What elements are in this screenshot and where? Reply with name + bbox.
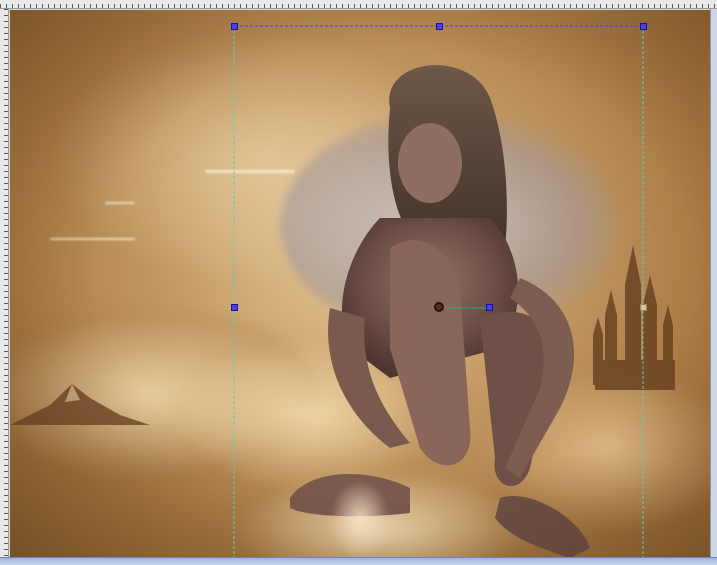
selection-handle[interactable]	[231, 23, 238, 30]
selection-handle[interactable]	[640, 23, 647, 30]
selection-handle[interactable]	[436, 23, 443, 30]
selection-handle[interactable]	[640, 304, 647, 311]
bottom-scrollbar[interactable]	[0, 557, 717, 565]
selection-handle[interactable]	[231, 304, 238, 311]
rotation-handle[interactable]	[486, 304, 493, 311]
right-frame	[710, 9, 717, 557]
rotation-pivot-icon[interactable]	[434, 302, 444, 312]
selection-overlay[interactable]	[0, 0, 717, 565]
